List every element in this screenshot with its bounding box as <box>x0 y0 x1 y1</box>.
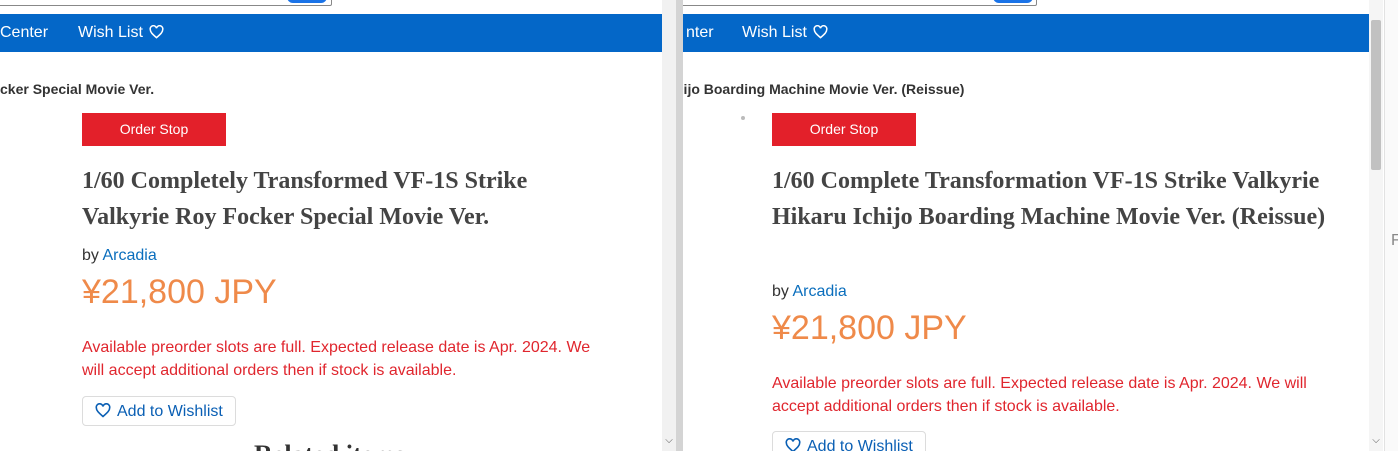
scroll-thumb[interactable] <box>1371 20 1381 170</box>
main-nav: nter Wish List <box>683 14 1369 52</box>
breadcrumb: cker Special Movie Ver. <box>0 81 155 97</box>
search-bar-strip <box>0 0 662 14</box>
main-nav: Center Wish List <box>0 14 662 52</box>
chevron-down-icon[interactable]: ⌵ <box>1369 434 1383 448</box>
chevron-down-icon[interactable]: ⌵ <box>662 434 676 448</box>
add-to-wishlist-label: Add to Wishlist <box>807 438 913 451</box>
add-to-wishlist-button[interactable]: Add to Wishlist <box>82 396 236 426</box>
right-scrollbar[interactable]: ⌵ <box>1369 0 1383 451</box>
search-input[interactable] <box>0 0 332 6</box>
add-to-wishlist-button[interactable]: Add to Wishlist <box>772 431 926 451</box>
heart-outline-icon <box>95 402 111 418</box>
heart-outline-icon <box>149 25 164 39</box>
nav-item-center[interactable]: Center <box>0 14 48 52</box>
search-button[interactable] <box>287 0 327 3</box>
nav-item-wish-list[interactable]: Wish List <box>742 14 828 52</box>
left-browser-pane: Center Wish List cker Special Movie Ver.… <box>0 0 662 451</box>
search-input[interactable] <box>683 0 1037 6</box>
status-badge: Order Stop <box>82 113 226 146</box>
by-prefix: by <box>772 283 789 300</box>
nav-item-center[interactable]: nter <box>686 14 714 52</box>
right-browser-pane: nter Wish List hijo Boarding Machine Mov… <box>683 0 1369 451</box>
heart-outline-icon <box>785 437 801 451</box>
search-button[interactable] <box>993 0 1033 3</box>
breadcrumb: hijo Boarding Machine Movie Ver. (Reissu… <box>683 81 965 97</box>
background-window-edge: F <box>1384 0 1398 451</box>
availability-notice: Available preorder slots are full. Expec… <box>82 339 591 379</box>
left-scrollbar[interactable]: ⌵ <box>662 0 676 451</box>
maker-link[interactable]: Arcadia <box>792 283 846 300</box>
product-title: 1/60 Completely Transformed VF-1S Strike… <box>82 168 528 230</box>
availability-notice: Available preorder slots are full. Expec… <box>772 375 1307 415</box>
add-to-wishlist-label: Add to Wishlist <box>117 403 223 420</box>
product-title: 1/60 Complete Transformation VF-1S Strik… <box>772 168 1326 230</box>
maker-line: by Arcadia <box>772 283 847 301</box>
nav-wish-list-label: Wish List <box>742 24 807 41</box>
maker-link[interactable]: Arcadia <box>102 247 156 264</box>
search-bar-strip <box>683 0 1369 14</box>
window-divider <box>676 0 683 451</box>
by-prefix: by <box>82 247 99 264</box>
nav-item-wish-list[interactable]: Wish List <box>78 14 164 52</box>
product-price: ¥21,800 JPY <box>82 273 277 311</box>
edge-text: F <box>1391 232 1398 249</box>
image-placeholder-speck <box>741 116 745 120</box>
maker-line: by Arcadia <box>82 247 157 265</box>
heart-outline-icon <box>813 25 828 39</box>
status-badge: Order Stop <box>772 113 916 146</box>
product-price: ¥21,800 JPY <box>772 309 967 347</box>
nav-wish-list-label: Wish List <box>78 24 143 41</box>
section-heading-partial: Related items <box>254 440 405 451</box>
